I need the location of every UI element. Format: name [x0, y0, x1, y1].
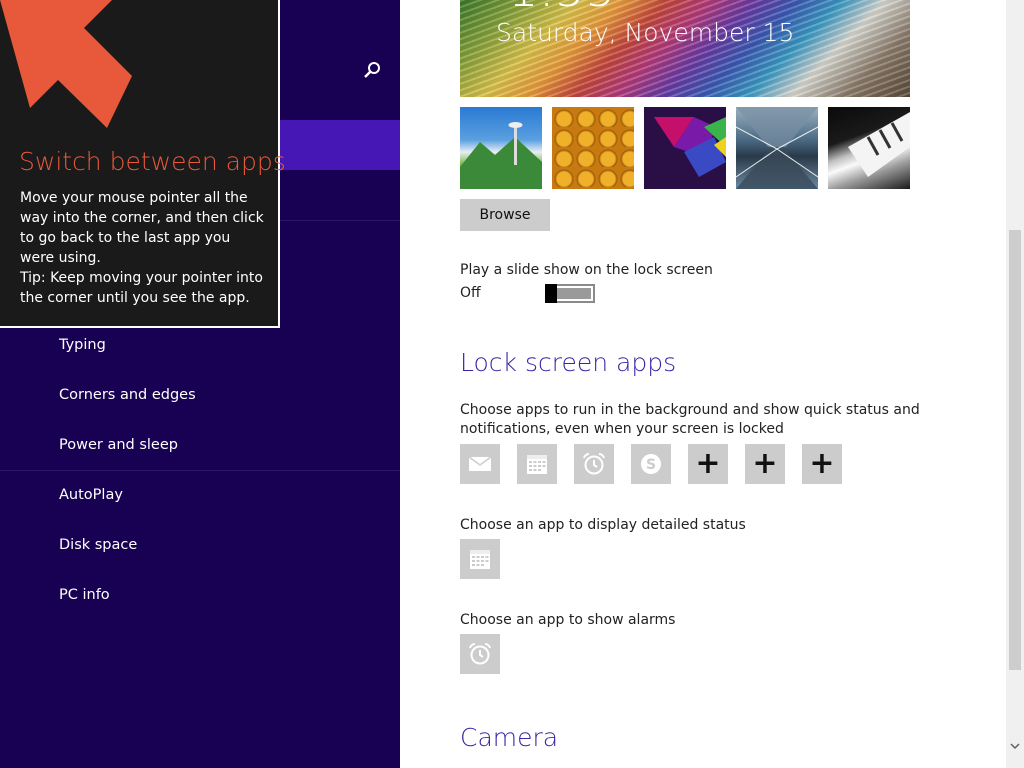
skype-icon: S	[641, 454, 661, 474]
nav-item-autoplay[interactable]: AutoPlay	[59, 485, 123, 505]
svg-text:S: S	[646, 457, 656, 473]
nav-item-corners-and-edges[interactable]: Corners and edges	[59, 385, 196, 405]
lock-screen-time: 1:55	[508, 0, 616, 18]
calendar-icon	[470, 550, 490, 569]
lock-screen-date: Saturday, November 15	[496, 18, 795, 47]
nav-item-power-and-sleep[interactable]: Power and sleep	[59, 435, 178, 455]
tunnel-image	[736, 107, 818, 189]
lock-app-slot-alarms[interactable]	[574, 444, 614, 484]
switch-apps-tip: Switch between apps Move your mouse poin…	[0, 0, 286, 328]
lock-screen-apps-description: Choose apps to run in the background and…	[460, 402, 920, 437]
wallpaper-thumbnail[interactable]	[460, 107, 542, 189]
lock-app-slot-mail[interactable]	[460, 444, 500, 484]
tip-hint-text: Tip: Keep moving your pointer into the c…	[20, 270, 263, 306]
search-icon[interactable]	[360, 58, 384, 82]
browse-button[interactable]: Browse	[460, 199, 550, 231]
wallpaper-thumbnail[interactable]	[736, 107, 818, 189]
tip-body-text: Move your mouse pointer all the way into…	[20, 190, 264, 266]
add-lock-app-button[interactable]: +	[745, 444, 785, 484]
add-lock-app-button[interactable]: +	[688, 444, 728, 484]
alarms-app-label: Choose an app to show alarms	[460, 612, 676, 628]
wallpaper-thumbnail[interactable]	[644, 107, 726, 189]
mail-icon	[468, 456, 492, 471]
detailed-status-label: Choose an app to display detailed status	[460, 517, 746, 533]
slideshow-toggle-state: Off	[460, 285, 481, 301]
slideshow-toggle[interactable]	[545, 284, 595, 303]
camera-heading: Camera	[460, 723, 559, 752]
piano-image	[848, 112, 910, 177]
tip-title: Switch between apps	[19, 147, 286, 176]
nav-item-pc-info[interactable]: PC info	[59, 585, 110, 605]
geometric-image	[654, 117, 726, 177]
nav-item-typing[interactable]: Typing	[59, 335, 106, 355]
toggle-knob[interactable]	[545, 284, 557, 303]
corner-arrow-icon	[0, 0, 132, 128]
scrollbar-thumb[interactable]	[1009, 230, 1021, 670]
tip-body: Move your mouse pointer all the way into…	[20, 188, 265, 308]
lock-app-slot-skype[interactable]: S	[631, 444, 671, 484]
detailed-status-app-button[interactable]	[460, 539, 500, 579]
lock-app-slot-calendar[interactable]	[517, 444, 557, 484]
alarm-icon	[583, 453, 605, 475]
add-lock-app-button[interactable]: +	[802, 444, 842, 484]
slideshow-label: Play a slide show on the lock screen	[460, 262, 713, 278]
lock-screen-apps-heading: Lock screen apps	[460, 348, 677, 377]
alarms-app-button[interactable]	[460, 634, 500, 674]
lock-screen-preview: 1:55 Saturday, November 15	[460, 0, 910, 97]
nav-item-selected[interactable]	[280, 120, 400, 170]
vertical-scrollbar[interactable]	[1006, 0, 1024, 768]
wallpaper-thumbnail[interactable]	[552, 107, 634, 189]
space-needle-image	[460, 122, 542, 189]
nav-item-disk-space[interactable]: Disk space	[59, 535, 137, 555]
alarm-icon	[469, 643, 491, 665]
calendar-icon	[527, 455, 547, 474]
wallpaper-thumbnail[interactable]	[828, 107, 910, 189]
nav-divider	[0, 470, 400, 471]
scroll-down-icon[interactable]	[1009, 740, 1021, 752]
